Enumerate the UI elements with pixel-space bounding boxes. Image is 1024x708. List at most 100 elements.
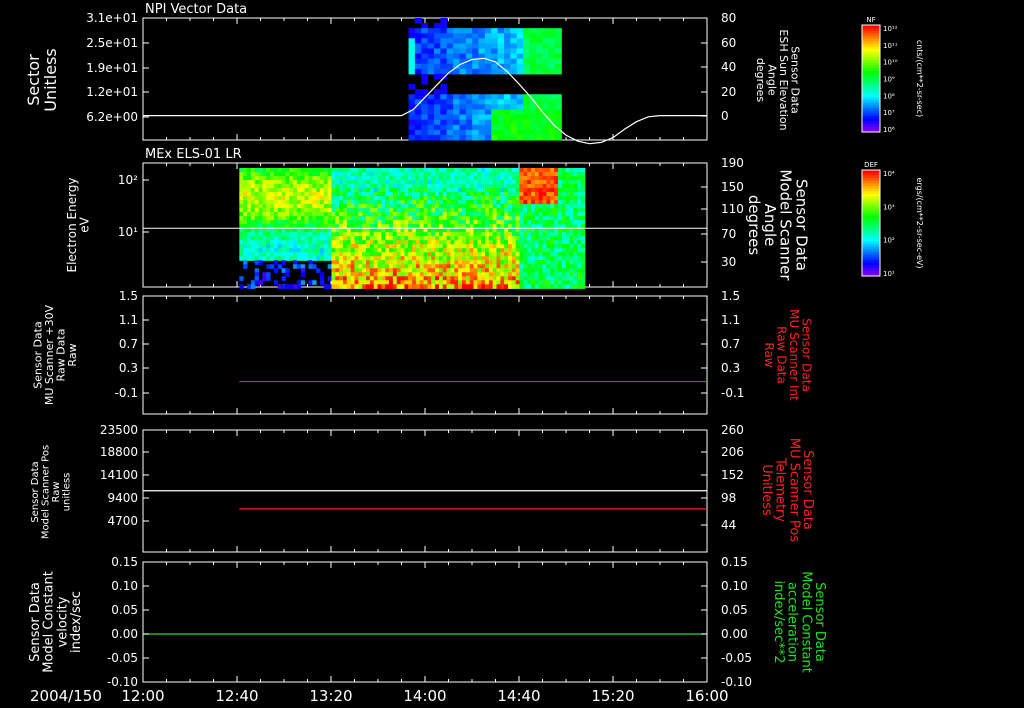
heatmap-cell — [529, 28, 537, 34]
heatmap-cell — [389, 268, 394, 273]
heatmap-cell — [491, 99, 499, 105]
heatmap-cell — [554, 68, 562, 75]
heatmap-cell — [446, 94, 454, 100]
heatmap-cell — [316, 240, 321, 245]
heatmap-cell — [377, 260, 382, 265]
heatmap-cell — [435, 252, 440, 257]
heatmap-cell — [300, 228, 306, 233]
heatmap-cell — [519, 276, 524, 281]
heatmap-cell — [508, 172, 513, 177]
heatmap-cell — [496, 204, 501, 209]
heatmap-cell — [293, 256, 298, 261]
heatmap-cell — [277, 188, 283, 193]
heatmap-cell — [469, 188, 474, 193]
heatmap-cell — [496, 180, 501, 185]
heatmap-cell — [469, 184, 474, 189]
heatmap-cell — [281, 232, 286, 237]
heatmap-cell — [419, 260, 425, 265]
heatmap-cell — [550, 248, 555, 253]
heatmap-cell — [392, 204, 398, 209]
heatmap-cell — [478, 129, 486, 136]
heatmap-cell — [250, 284, 256, 289]
heatmap-cell — [459, 48, 467, 55]
heatmap-cell — [546, 284, 551, 289]
heatmap-cell — [319, 212, 325, 217]
heatmap-cell — [577, 260, 582, 265]
heatmap-cell — [381, 232, 386, 237]
heatmap-cell — [412, 220, 417, 225]
heatmap-cell — [459, 134, 467, 141]
heatmap-cell — [465, 124, 473, 131]
y-tick-label: 4700 — [107, 514, 138, 528]
heatmap-cell — [469, 260, 474, 265]
heatmap-cell — [511, 240, 517, 245]
heatmap-cell — [542, 188, 547, 193]
heatmap-cell — [497, 68, 505, 75]
heatmap-cell — [377, 200, 382, 205]
heatmap-cell — [519, 228, 524, 233]
heatmap-cell — [465, 180, 471, 185]
heatmap-cell — [519, 172, 524, 177]
heatmap-cell — [262, 232, 267, 237]
heatmap-cell — [508, 284, 513, 289]
heatmap-cell — [423, 248, 428, 253]
heatmap-cell — [247, 192, 252, 197]
heatmap-cell — [427, 228, 432, 233]
heatmap-cell — [266, 272, 271, 277]
heatmap-cell — [427, 276, 432, 281]
heatmap-cell — [385, 172, 390, 177]
heatmap-cell — [358, 208, 363, 213]
heatmap-cell — [312, 184, 317, 189]
heatmap-cell — [381, 200, 386, 205]
heatmap-cell — [239, 220, 244, 225]
heatmap-cell — [289, 216, 294, 221]
heatmap-cell — [554, 114, 562, 121]
heatmap-cell — [531, 276, 536, 281]
heatmap-cell — [554, 38, 562, 44]
heatmap-cell — [527, 264, 532, 269]
heatmap-cell — [459, 28, 467, 34]
heatmap-cell — [531, 184, 536, 189]
heatmap-cell — [239, 284, 244, 289]
heatmap-cell — [293, 248, 298, 253]
heatmap-cell — [542, 256, 547, 261]
heatmap-cell — [565, 168, 570, 173]
heatmap-cell — [323, 168, 329, 173]
heatmap-cell — [277, 256, 283, 261]
heatmap-cell — [254, 184, 260, 189]
heatmap-cell — [377, 196, 382, 201]
heatmap-cell — [377, 264, 382, 269]
heatmap-cell — [527, 212, 532, 217]
heatmap-cell — [573, 272, 578, 277]
heatmap-cell — [554, 284, 559, 289]
heatmap-cell — [577, 284, 582, 289]
heatmap-cell — [569, 264, 574, 269]
heatmap-cell — [419, 212, 425, 217]
heatmap-cell — [485, 168, 490, 173]
heatmap-cell — [408, 63, 416, 70]
heatmap-cell — [377, 252, 382, 257]
heatmap-cell — [421, 68, 429, 75]
heatmap-cell — [511, 232, 517, 237]
heatmap-cell — [534, 200, 540, 205]
heatmap-cell — [377, 204, 382, 209]
heatmap-cell — [414, 89, 422, 95]
heatmap-cell — [293, 260, 298, 265]
heatmap-cell — [440, 104, 448, 110]
y2-tick-label: 44 — [721, 518, 736, 532]
heatmap-cell — [481, 180, 486, 185]
heatmap-cell — [400, 180, 405, 185]
heatmap-cell — [273, 204, 279, 209]
heatmap-cell — [392, 268, 398, 273]
heatmap-cell — [461, 184, 467, 189]
heatmap-cell — [461, 208, 467, 213]
heatmap-cell — [450, 168, 455, 173]
heatmap-cell — [434, 68, 441, 75]
heatmap-cell — [477, 264, 482, 269]
heatmap-cell — [542, 208, 547, 213]
heatmap-cell — [331, 228, 336, 233]
heatmap-cell — [369, 228, 375, 233]
heatmap-cell — [461, 268, 467, 273]
heatmap-cell — [523, 68, 530, 75]
heatmap-cell — [523, 256, 528, 261]
